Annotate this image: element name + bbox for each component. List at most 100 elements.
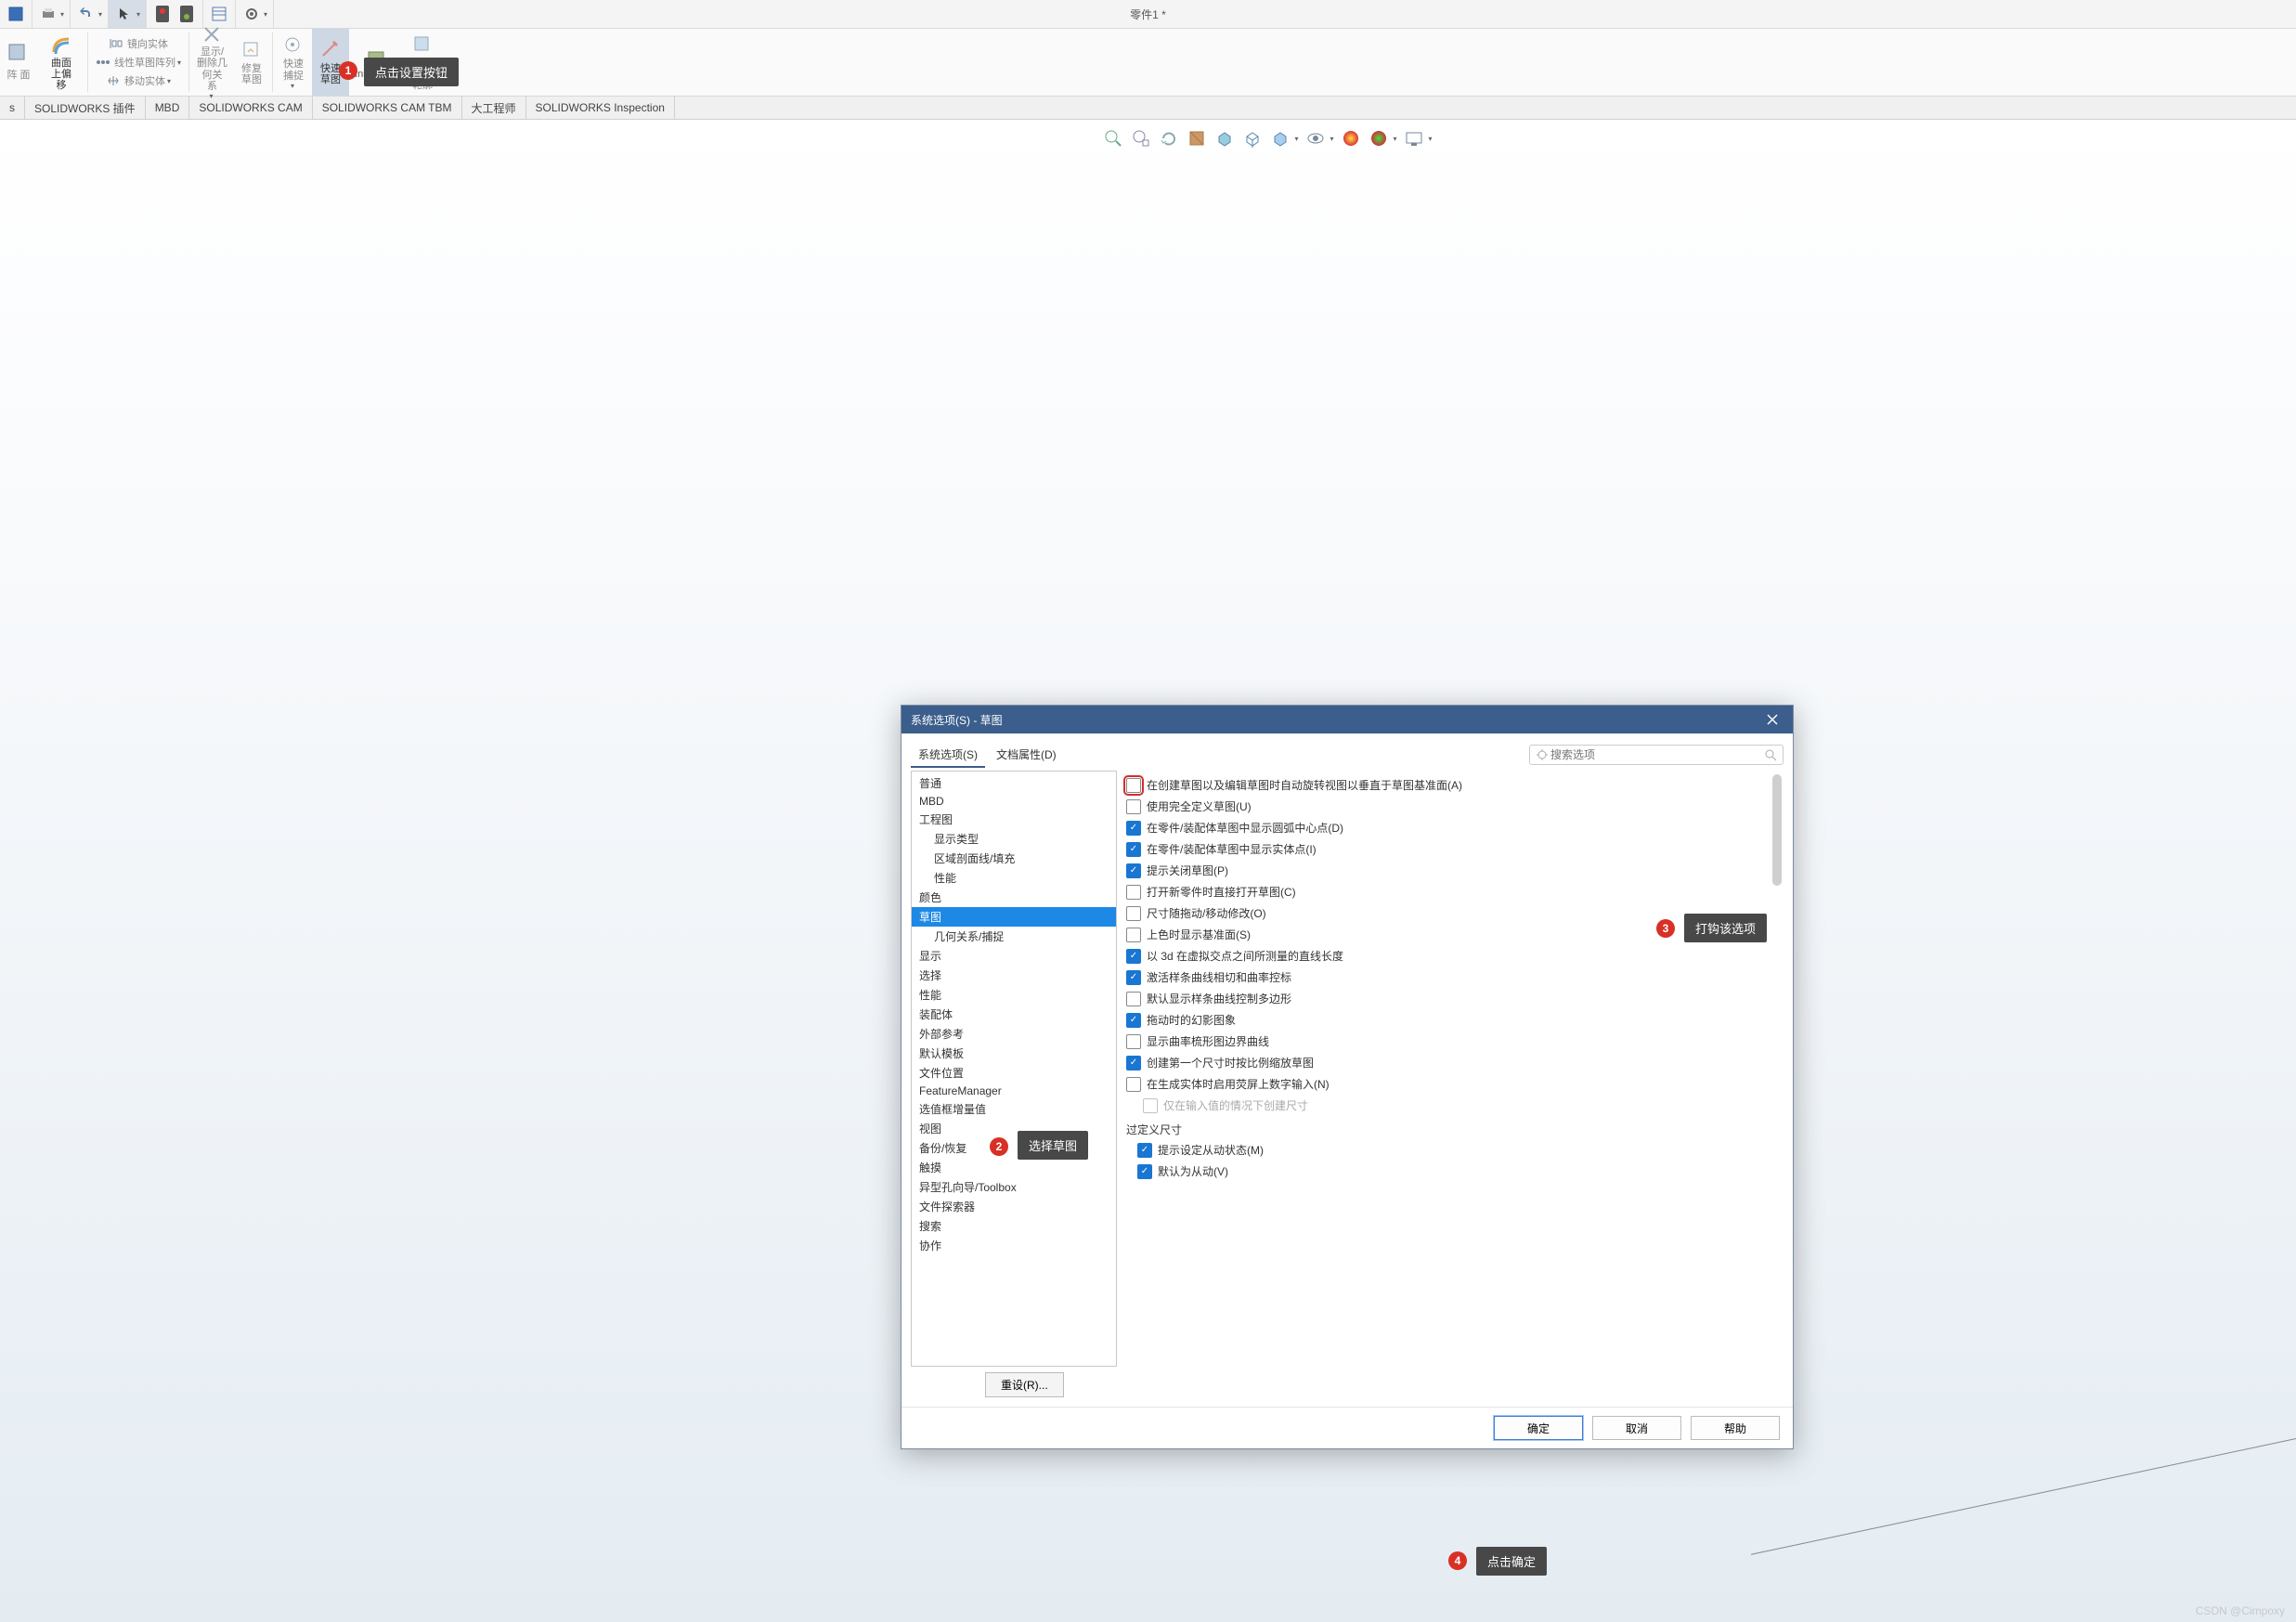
- gear-icon[interactable]: [241, 4, 262, 24]
- tree-item[interactable]: 文件位置: [912, 1063, 1116, 1083]
- checkbox[interactable]: [1126, 1077, 1141, 1092]
- tab-mbd[interactable]: MBD: [146, 97, 190, 119]
- tree-item[interactable]: 外部参考: [912, 1024, 1116, 1044]
- option-row[interactable]: 拖动时的幻影图象: [1126, 1009, 1774, 1031]
- tree-item[interactable]: 选值框增量值: [912, 1099, 1116, 1119]
- dropdown-icon[interactable]: ▾: [264, 10, 267, 19]
- option-row[interactable]: 默认显示样条曲线控制多边形: [1126, 988, 1774, 1009]
- section-view-icon[interactable]: [1186, 127, 1208, 149]
- tab-big-engineer[interactable]: 大工程师: [462, 97, 526, 119]
- tree-item[interactable]: 区域剖面线/填充: [912, 849, 1116, 868]
- close-icon[interactable]: [1761, 708, 1784, 731]
- option-row[interactable]: 使用完全定义草图(U): [1126, 796, 1774, 817]
- option-row[interactable]: 在零件/装配体草图中显示圆弧中心点(D): [1126, 817, 1774, 838]
- ribbon-show-delete-relations[interactable]: 显示/ 删除几 何关 系▾: [191, 29, 233, 96]
- tree-item[interactable]: 选择: [912, 966, 1116, 985]
- option-row[interactable]: 以 3d 在虚拟交点之间所测量的直线长度: [1126, 945, 1774, 967]
- tab-solidworks-cam[interactable]: SOLIDWORKS CAM: [189, 97, 312, 119]
- ribbon-offset-surface[interactable]: 曲面 上偏 移: [37, 29, 85, 96]
- dropdown-icon[interactable]: ▾: [1295, 135, 1299, 143]
- checkbox[interactable]: [1126, 1056, 1141, 1071]
- graphics-viewport[interactable]: ▾ ▾ ▾ ▾ 系统选项(S) - 草图 系统选项(S) 文档属性(D): [0, 120, 2296, 1622]
- dropdown-icon[interactable]: ▾: [98, 10, 102, 19]
- option-row[interactable]: 在创建草图以及编辑草图时自动旋转视图以垂直于草图基准面(A): [1126, 774, 1774, 796]
- option-row[interactable]: 尺寸随拖动/移动修改(O): [1126, 902, 1774, 924]
- view-orient-icon[interactable]: [1213, 127, 1236, 149]
- option-row[interactable]: 打开新零件时直接打开草图(C): [1126, 881, 1774, 902]
- tree-item[interactable]: FeatureManager: [912, 1083, 1116, 1099]
- tree-item[interactable]: 颜色: [912, 888, 1116, 907]
- checkbox[interactable]: [1126, 842, 1141, 857]
- options-search[interactable]: [1529, 745, 1784, 765]
- panel-icon[interactable]: [209, 4, 229, 24]
- traffic-go-icon[interactable]: [176, 4, 197, 24]
- display-style-icon[interactable]: [1241, 127, 1264, 149]
- tree-item[interactable]: 文件探索器: [912, 1197, 1116, 1216]
- checkbox[interactable]: [1126, 863, 1141, 878]
- appearance-icon[interactable]: [1340, 127, 1362, 149]
- tree-item[interactable]: 异型孔向导/Toolbox: [912, 1177, 1116, 1197]
- scrollbar[interactable]: [1772, 774, 1782, 1363]
- pointer-icon[interactable]: [114, 4, 135, 24]
- tree-item[interactable]: 工程图: [912, 810, 1116, 829]
- dropdown-icon[interactable]: ▾: [1330, 135, 1334, 143]
- checkbox[interactable]: [1137, 1143, 1152, 1158]
- tree-item[interactable]: 性能: [912, 868, 1116, 888]
- previous-view-icon[interactable]: [1158, 127, 1180, 149]
- tree-item[interactable]: 显示类型: [912, 829, 1116, 849]
- tree-item[interactable]: 装配体: [912, 1005, 1116, 1024]
- tree-item[interactable]: 触摸: [912, 1158, 1116, 1177]
- checkbox[interactable]: [1126, 970, 1141, 985]
- checkbox[interactable]: [1126, 799, 1141, 814]
- tree-item[interactable]: 默认模板: [912, 1044, 1116, 1063]
- option-row[interactable]: 默认为从动(V): [1137, 1161, 1774, 1182]
- tree-item[interactable]: 协作: [912, 1236, 1116, 1255]
- view-settings-icon[interactable]: [1403, 127, 1425, 149]
- dropdown-icon[interactable]: ▾: [136, 10, 140, 19]
- checkbox[interactable]: [1126, 949, 1141, 964]
- window-icon[interactable]: [6, 4, 26, 24]
- ribbon-repair-sketch[interactable]: 修复 草图: [233, 29, 270, 96]
- checkbox[interactable]: [1137, 1164, 1152, 1179]
- dialog-tab-document-properties[interactable]: 文档属性(D): [989, 743, 1064, 768]
- checkbox[interactable]: [1126, 992, 1141, 1006]
- traffic-stop-icon[interactable]: [152, 4, 173, 24]
- tree-item[interactable]: 普通: [912, 773, 1116, 793]
- ribbon-move-entity[interactable]: 移动实体▾: [96, 72, 181, 89]
- eye-icon[interactable]: [1304, 127, 1327, 149]
- option-row[interactable]: 激活样条曲线相切和曲率控标: [1126, 967, 1774, 988]
- undo-icon[interactable]: [76, 4, 97, 24]
- option-row[interactable]: 提示设定从动状态(M): [1137, 1139, 1774, 1161]
- option-row[interactable]: 显示曲率梳形图边界曲线: [1126, 1031, 1774, 1052]
- tree-item[interactable]: 搜索: [912, 1216, 1116, 1236]
- scene-icon[interactable]: [1368, 127, 1390, 149]
- zoom-fit-icon[interactable]: [1102, 127, 1124, 149]
- dropdown-icon[interactable]: ▾: [60, 10, 64, 19]
- option-row[interactable]: 在生成实体时启用荧屏上数字输入(N): [1126, 1073, 1774, 1095]
- dialog-tab-system-options[interactable]: 系统选项(S): [911, 743, 985, 768]
- tab-solidworks-inspection[interactable]: SOLIDWORKS Inspection: [526, 97, 675, 119]
- dropdown-icon[interactable]: ▾: [1429, 135, 1433, 143]
- tab-solidworks-cam-tbm[interactable]: SOLIDWORKS CAM TBM: [313, 97, 462, 119]
- tree-item[interactable]: 显示: [912, 946, 1116, 966]
- checkbox[interactable]: [1126, 906, 1141, 921]
- tree-item[interactable]: 性能: [912, 985, 1116, 1005]
- option-row[interactable]: 创建第一个尺寸时按比例缩放草图: [1126, 1052, 1774, 1073]
- tree-item[interactable]: MBD: [912, 793, 1116, 810]
- checkbox[interactable]: [1126, 778, 1141, 793]
- help-button[interactable]: 帮助: [1691, 1416, 1780, 1440]
- option-row[interactable]: 提示关闭草图(P): [1126, 860, 1774, 881]
- checkbox[interactable]: [1126, 1013, 1141, 1028]
- option-row[interactable]: 在零件/装配体草图中显示实体点(I): [1126, 838, 1774, 860]
- ribbon-linear-pattern[interactable]: 线性草图阵列▾: [96, 54, 181, 71]
- ok-button[interactable]: 确定: [1494, 1416, 1583, 1440]
- hide-show-icon[interactable]: [1269, 127, 1291, 149]
- tree-item[interactable]: 几何关系/捕捉: [912, 927, 1116, 946]
- checkbox[interactable]: [1126, 1034, 1141, 1049]
- ribbon-quick-snap[interactable]: 快速 捕捉▾: [275, 29, 312, 96]
- tab-solidworks-addins[interactable]: SOLIDWORKS 插件: [25, 97, 146, 119]
- search-input[interactable]: [1549, 747, 1764, 762]
- option-row[interactable]: 上色时显示基准面(S): [1126, 924, 1774, 945]
- checkbox[interactable]: [1126, 885, 1141, 900]
- tab-item[interactable]: s: [0, 97, 25, 119]
